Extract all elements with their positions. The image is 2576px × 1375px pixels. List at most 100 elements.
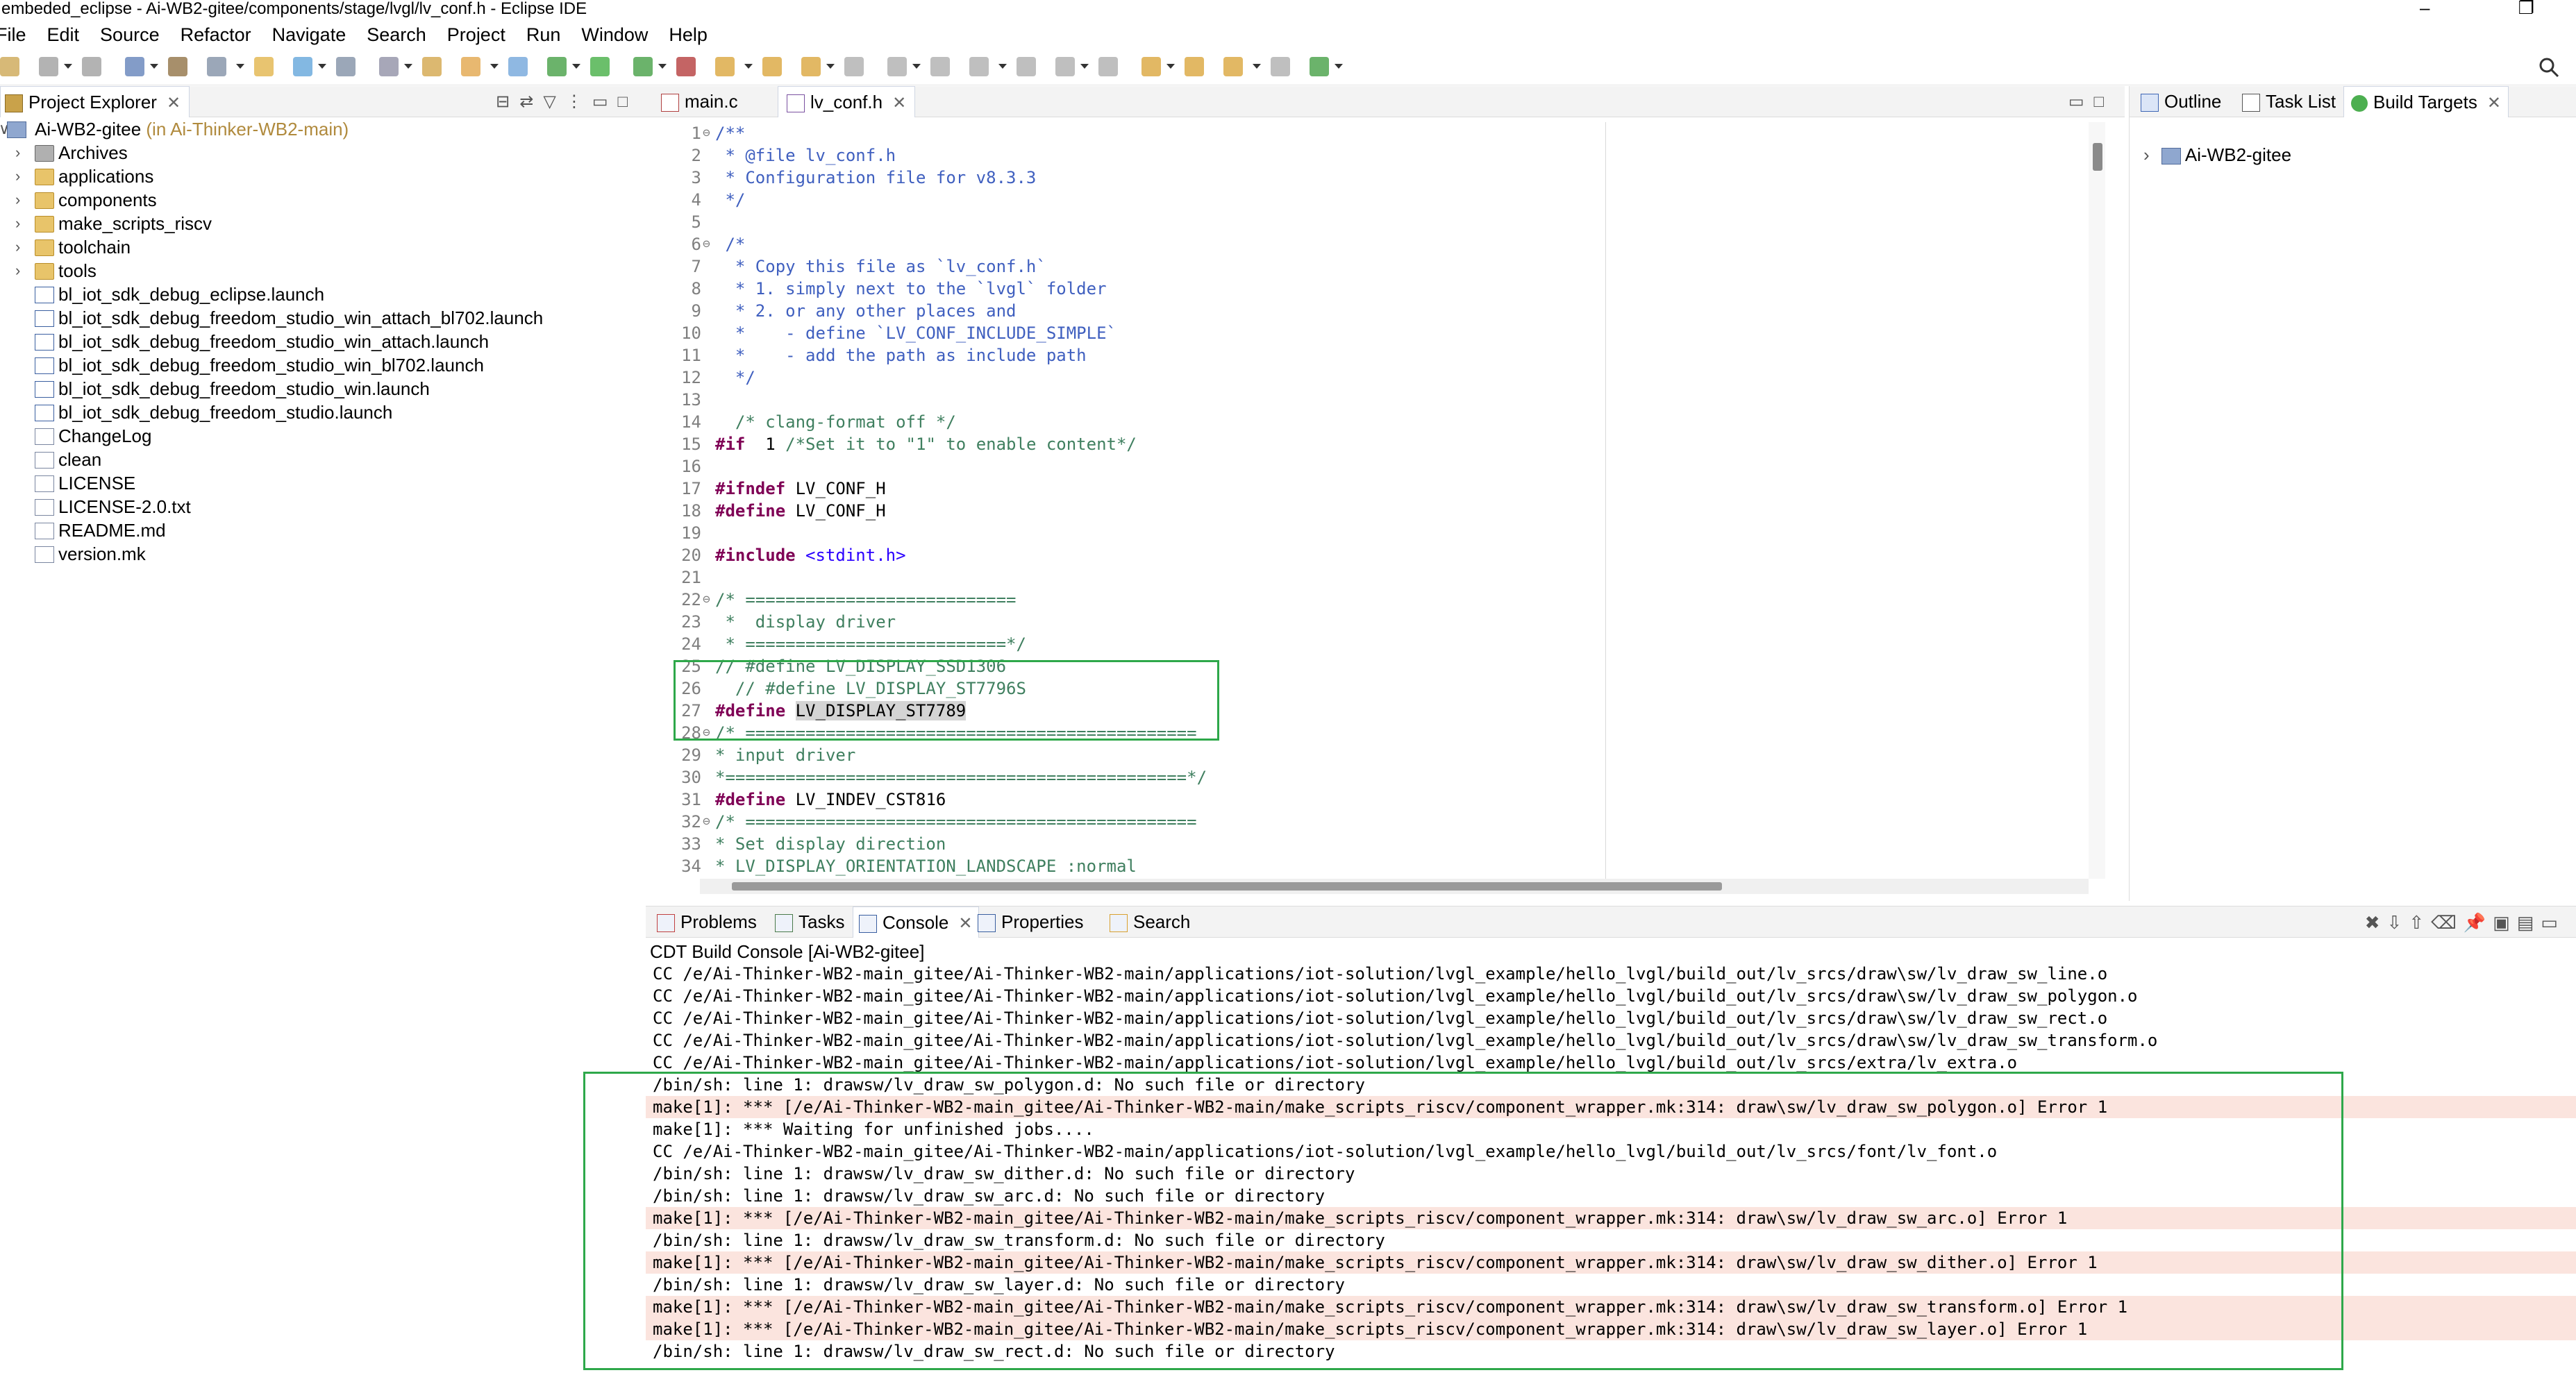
menu-window[interactable]: Window xyxy=(581,21,648,49)
minimize-icon[interactable]: ▭ xyxy=(2541,912,2565,933)
toolbar-button-icon[interactable] xyxy=(0,57,19,76)
menu-navigate[interactable]: Navigate xyxy=(272,21,346,49)
toolbar-button-icon[interactable] xyxy=(207,57,226,76)
chevron-down-icon[interactable] xyxy=(1335,64,1343,69)
toolbar-button-icon[interactable] xyxy=(422,57,442,76)
toolbar-button-icon[interactable] xyxy=(801,57,821,76)
toolbar-search-icon[interactable] xyxy=(2539,57,2559,78)
toolbar-button-icon[interactable] xyxy=(1271,57,1290,76)
link-editor-icon[interactable]: ⇄ xyxy=(519,92,543,111)
toolbar-button-icon[interactable] xyxy=(676,57,696,76)
chevron-down-icon[interactable] xyxy=(490,64,499,69)
menu-project[interactable]: Project xyxy=(447,21,505,49)
tab-main-c[interactable]: main.c xyxy=(653,86,746,117)
fold-toggle-icon[interactable]: ⊖ xyxy=(703,122,710,144)
vertical-scroll-thumb[interactable] xyxy=(2093,143,2102,171)
chevron-down-icon[interactable] xyxy=(1166,64,1175,69)
fold-toggle-icon[interactable]: ⊖ xyxy=(703,589,710,611)
tab-properties[interactable]: Properties xyxy=(972,906,1089,937)
toolbar-button-icon[interactable] xyxy=(547,57,567,76)
chevron-down-icon[interactable] xyxy=(1253,64,1261,69)
build-target-item[interactable]: › Ai-WB2-gitee xyxy=(2143,143,2291,167)
chevron-down-icon[interactable] xyxy=(998,64,1007,69)
chevron-right-icon[interactable]: › xyxy=(15,235,20,259)
view-menu-icon[interactable]: ⋮ xyxy=(566,92,592,111)
tab-tasks[interactable]: Tasks xyxy=(769,906,850,937)
close-icon[interactable]: ✕ xyxy=(2487,94,2501,112)
chevron-down-icon[interactable] xyxy=(150,64,158,69)
tab-lv-conf-h[interactable]: lv_conf.h ✕ xyxy=(778,86,916,117)
chevron-right-icon[interactable]: › xyxy=(15,212,20,235)
toolbar-button-icon[interactable] xyxy=(254,57,274,76)
toolbar-button-icon[interactable] xyxy=(461,57,480,76)
collapse-all-icon[interactable]: ⊟ xyxy=(496,92,519,111)
chevron-right-icon[interactable]: › xyxy=(15,141,20,165)
fold-toggle-icon[interactable]: ⊖ xyxy=(703,233,710,255)
window-controls[interactable]: – ❐ xyxy=(2420,0,2576,19)
toolbar-button-icon[interactable] xyxy=(508,57,528,76)
fold-toggle-icon[interactable]: ⊖ xyxy=(703,811,710,833)
chevron-down-icon[interactable] xyxy=(1080,64,1089,69)
toolbar-button-icon[interactable] xyxy=(125,57,144,76)
toolbar-button-icon[interactable] xyxy=(930,57,950,76)
scroll-up-icon[interactable]: ⇧ xyxy=(2409,912,2431,933)
toolbar-button-icon[interactable] xyxy=(762,57,782,76)
tab-project-explorer[interactable]: Project Explorer ✕ xyxy=(0,86,190,117)
toolbar-button-icon[interactable] xyxy=(844,57,864,76)
tab-build-targets[interactable]: Build Targets ✕ xyxy=(2343,86,2509,117)
toolbar-button-icon[interactable] xyxy=(715,57,735,76)
horizontal-scroll-thumb[interactable] xyxy=(732,882,1722,891)
toolbar-button-icon[interactable] xyxy=(1017,57,1036,76)
chevron-right-icon[interactable]: › xyxy=(2143,144,2150,165)
chevron-down-icon[interactable] xyxy=(236,64,244,69)
tab-outline[interactable]: Outline xyxy=(2135,86,2227,117)
maximize-icon[interactable]: □ xyxy=(2094,92,2114,111)
clear-console-icon[interactable]: ⌫ xyxy=(2431,912,2464,933)
toolbar-button-icon[interactable] xyxy=(633,57,653,76)
toolbar-button-icon[interactable] xyxy=(590,57,610,76)
chevron-right-icon[interactable]: › xyxy=(15,259,20,282)
chevron-right-icon[interactable]: › xyxy=(15,188,20,212)
close-icon[interactable]: ✕ xyxy=(167,94,181,112)
close-icon[interactable]: ✕ xyxy=(958,914,972,933)
toolbar-button-icon[interactable] xyxy=(1098,57,1118,76)
toolbar-button-icon[interactable] xyxy=(1223,57,1243,76)
scroll-down-icon[interactable]: ⇩ xyxy=(2387,912,2409,933)
toolbar-button-icon[interactable] xyxy=(82,57,101,76)
chevron-down-icon[interactable] xyxy=(404,64,412,69)
open-console-icon[interactable]: ▣ xyxy=(2493,912,2517,933)
menu-source[interactable]: Source xyxy=(100,21,160,49)
pin-console-icon[interactable]: 📌 xyxy=(2464,912,2493,933)
menu-edit[interactable]: Edit xyxy=(47,21,80,49)
minimize-icon[interactable]: ▭ xyxy=(592,92,618,111)
chevron-down-icon[interactable] xyxy=(572,64,580,69)
toolbar-button-icon[interactable] xyxy=(969,57,989,76)
toolbar-button-icon[interactable] xyxy=(1141,57,1161,76)
menu-refactor[interactable]: Refactor xyxy=(181,21,251,49)
chevron-right-icon[interactable]: › xyxy=(15,165,20,188)
vertical-scrollbar[interactable] xyxy=(2089,122,2105,879)
menu-search[interactable]: Search xyxy=(367,21,426,49)
toolbar-button-icon[interactable] xyxy=(336,57,356,76)
chevron-down-icon[interactable] xyxy=(318,64,326,69)
menu-file[interactable]: File xyxy=(0,21,26,49)
minimize-icon[interactable]: ▭ xyxy=(2068,92,2094,111)
tab-console[interactable]: Console ✕ xyxy=(853,906,979,938)
toolbar-button-icon[interactable] xyxy=(168,57,187,76)
display-console-icon[interactable]: ▤ xyxy=(2517,912,2541,933)
close-icon[interactable]: ✕ xyxy=(892,94,906,112)
toolbar-button-icon[interactable] xyxy=(293,57,312,76)
chevron-down-icon[interactable] xyxy=(658,64,667,69)
maximize-icon[interactable]: □ xyxy=(618,92,638,111)
toolbar-button-icon[interactable] xyxy=(1055,57,1075,76)
chevron-down-icon[interactable] xyxy=(64,64,72,69)
menu-help[interactable]: Help xyxy=(669,21,708,49)
toolbar-button-icon[interactable] xyxy=(1310,57,1329,76)
toolbar-button-icon[interactable] xyxy=(887,57,907,76)
tab-search[interactable]: Search xyxy=(1104,906,1196,937)
terminate-icon[interactable]: ✖ xyxy=(2365,912,2387,933)
toolbar-button-icon[interactable] xyxy=(39,57,58,76)
chevron-down-icon[interactable] xyxy=(744,64,753,69)
tab-task-list[interactable]: Task List xyxy=(2236,86,2341,117)
toolbar-button-icon[interactable] xyxy=(379,57,399,76)
